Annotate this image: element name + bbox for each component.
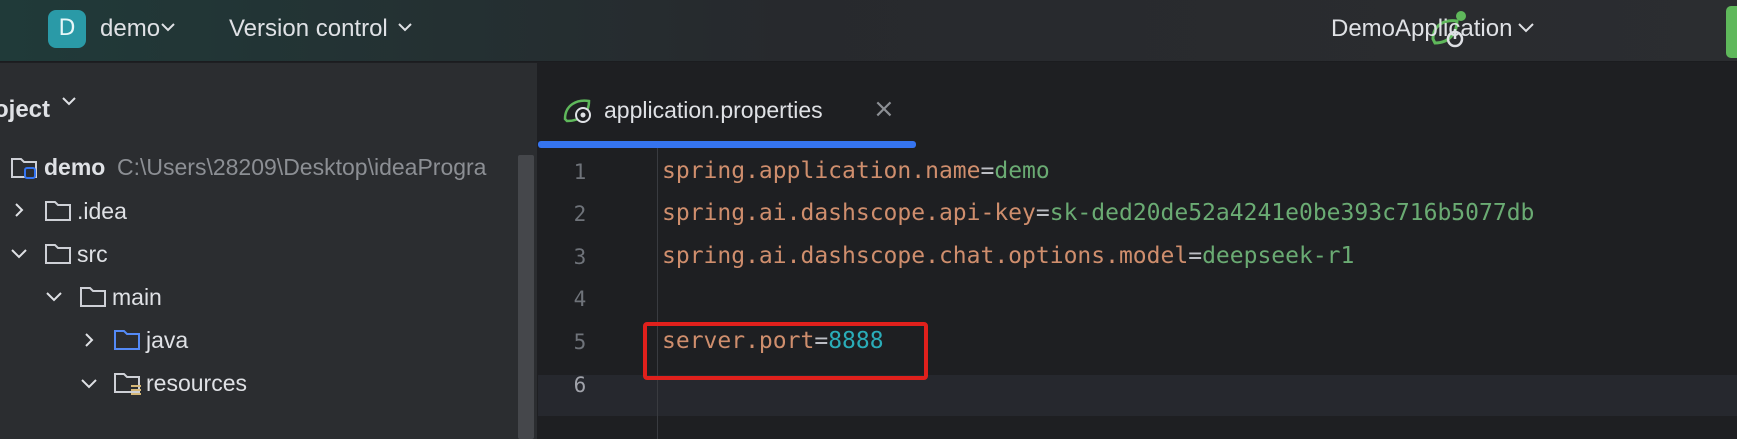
chevron-down-icon[interactable] [80,377,98,391]
folder-icon [45,201,71,221]
property-key: spring.application.name [662,158,981,184]
tree-item-label: java [146,327,189,353]
chevron-down-icon[interactable] [397,19,413,35]
chevron-right-icon[interactable] [82,332,96,348]
tree-item-label: resources [146,370,247,396]
chevron-down-icon[interactable] [10,247,28,261]
code-line[interactable]: spring.application.name=demo [662,158,1050,184]
gutter-divider [657,148,658,439]
project-tool-window-title[interactable]: oject [0,96,50,124]
source-folder-icon [114,330,140,350]
line-number: 1 [573,160,587,184]
chevron-right-icon[interactable] [12,202,26,218]
chevron-down-icon[interactable] [1517,19,1535,35]
resources-folder-icon [114,373,141,395]
title-bar: D demo Version control DemoApplication [0,0,1737,62]
property-value: sk-ded20de52a4241e0be393c716b5077db [1049,200,1535,226]
project-badge-icon[interactable]: D [48,10,86,48]
tree-item-label: src [77,241,108,267]
folder-icon [80,287,106,307]
folder-icon [45,244,71,264]
tree-item-label: .idea [77,198,127,224]
line-number: 6 [573,373,587,397]
equals-sign: = [1188,243,1203,269]
line-number: 2 [573,202,587,226]
module-folder-icon [11,158,37,179]
chevron-down-icon[interactable] [45,290,63,304]
property-value: demo [994,158,1050,184]
spring-properties-file-icon [563,99,591,123]
equals-sign: = [980,158,995,184]
chevron-down-icon[interactable] [160,19,176,35]
tree-item-path: C:\Users\28209\Desktop\ideaProgra [117,154,487,180]
line-number: 5 [573,330,587,354]
code-line[interactable]: spring.ai.dashscope.chat.options.model=d… [662,243,1354,269]
line-number: 3 [573,245,587,269]
run-button-edge[interactable] [1726,6,1737,58]
run-configuration-selector[interactable]: DemoApplication [1331,14,1512,44]
line-number: 4 [573,287,587,311]
close-tab-icon[interactable]: × [873,96,895,122]
tab-label[interactable]: application.properties [604,97,823,124]
chevron-down-icon[interactable] [61,93,77,109]
current-line-highlight [538,375,1737,416]
equals-sign: = [1035,200,1050,226]
property-key: spring.ai.dashscope.chat.options.model [662,243,1189,269]
annotation-highlight-box [643,322,928,380]
tree-item-label: demo [44,154,106,180]
property-key: spring.ai.dashscope.api-key [662,200,1036,226]
version-control-button[interactable]: Version control [229,14,388,44]
sidebar-scrollbar[interactable] [518,155,534,439]
code-line[interactable]: spring.ai.dashscope.api-key=sk-ded20de52… [662,200,1534,226]
active-tab-indicator [538,141,916,148]
property-value: deepseek-r1 [1202,243,1355,269]
tree-item-label: main [112,284,162,310]
project-name-button[interactable]: demo [100,14,160,44]
